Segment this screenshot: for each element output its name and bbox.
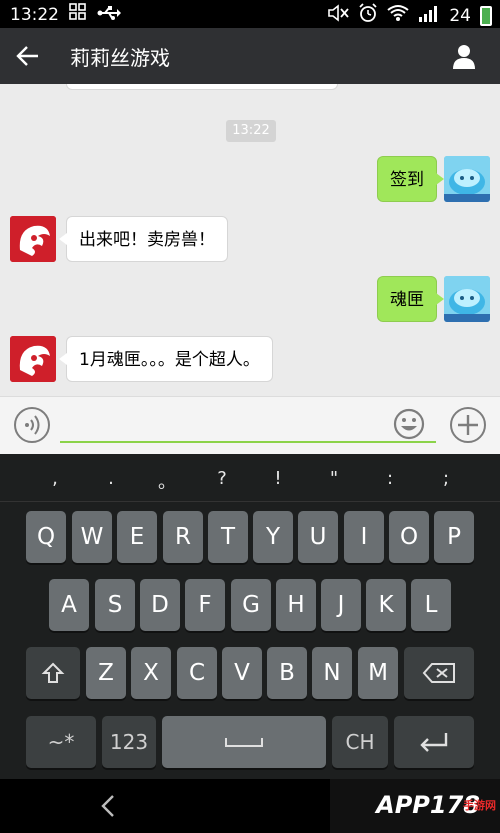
message-bubble-incoming[interactable]: 出来吧！卖房兽！ xyxy=(59,216,228,262)
nav-back-button[interactable] xyxy=(96,793,122,819)
signal-icon xyxy=(418,4,440,27)
key-z[interactable]: Z xyxy=(86,647,126,699)
status-time: 13:22 xyxy=(10,4,59,25)
key-i[interactable]: I xyxy=(344,511,384,563)
watermark-sub: 手游网 xyxy=(463,799,496,812)
punct-key[interactable]: 。 xyxy=(152,468,182,494)
back-arrow-icon xyxy=(16,46,38,66)
key-s[interactable]: S xyxy=(95,579,135,631)
person-icon xyxy=(453,45,475,69)
key-l[interactable]: L xyxy=(411,579,451,631)
space-icon xyxy=(225,738,263,747)
punct-key[interactable]: ! xyxy=(263,468,293,489)
battery-level: 24 xyxy=(449,5,471,26)
alarm-icon xyxy=(358,3,378,28)
profile-button[interactable] xyxy=(450,42,478,70)
message-input-bar xyxy=(0,396,500,454)
key-e[interactable]: E xyxy=(117,511,157,563)
previous-message-bubble xyxy=(66,84,338,90)
navigation-bar: APP178 手游网 xyxy=(0,779,500,833)
punct-key[interactable]: : xyxy=(375,468,405,489)
key-h[interactable]: H xyxy=(276,579,316,631)
key-u[interactable]: U xyxy=(298,511,338,563)
enter-icon xyxy=(420,733,448,752)
status-right: 24 xyxy=(327,3,492,28)
key-y[interactable]: Y xyxy=(253,511,293,563)
key-a[interactable]: A xyxy=(49,579,89,631)
shift-key[interactable] xyxy=(26,647,80,699)
avatar-contact[interactable] xyxy=(10,216,56,262)
key-w[interactable]: W xyxy=(72,511,112,563)
key-t[interactable]: T xyxy=(208,511,248,563)
mute-icon xyxy=(327,4,350,27)
message-timestamp: 13:22 xyxy=(226,120,276,142)
message-bubble-incoming[interactable]: 1月魂匣。。。是个超人。 xyxy=(59,336,273,382)
emoji-button[interactable] xyxy=(392,407,426,441)
message-bubble-outgoing[interactable]: 魂匣 xyxy=(377,276,444,322)
key-k[interactable]: K xyxy=(366,579,406,631)
punct-key[interactable]: . xyxy=(96,468,126,489)
chat-header: 莉莉丝游戏 xyxy=(0,28,500,84)
backspace-icon xyxy=(422,663,455,683)
status-left: 13:22 xyxy=(10,3,121,26)
key-f[interactable]: F xyxy=(185,579,225,631)
key-o[interactable]: O xyxy=(389,511,429,563)
backspace-key[interactable] xyxy=(404,647,474,699)
punct-key[interactable]: ; xyxy=(431,468,461,489)
soft-keyboard: , . 。 ? ! " : ; Q W E R T Y U I O P A S … xyxy=(0,454,500,779)
key-x[interactable]: X xyxy=(131,647,171,699)
plus-icon xyxy=(458,415,478,435)
chevron-left-icon xyxy=(101,795,114,817)
battery-icon xyxy=(480,5,492,26)
punct-key[interactable]: ? xyxy=(207,468,237,489)
punct-key[interactable]: , xyxy=(40,468,70,489)
punct-key[interactable]: " xyxy=(319,468,349,489)
key-r[interactable]: R xyxy=(163,511,203,563)
numbers-key[interactable]: 123 xyxy=(102,716,156,768)
screen: 13:22 24 莉莉丝游戏 13:22 签到 出来吧！卖房兽！ 魂匣 1月魂匣… xyxy=(0,0,500,833)
key-n[interactable]: N xyxy=(312,647,352,699)
key-b[interactable]: B xyxy=(267,647,307,699)
status-bar: 13:22 24 xyxy=(0,0,500,28)
grid-icon xyxy=(69,3,87,26)
key-c[interactable]: C xyxy=(177,647,217,699)
space-key[interactable] xyxy=(162,716,326,768)
voice-icon xyxy=(25,415,40,435)
chat-title: 莉莉丝游戏 xyxy=(70,46,170,70)
smiley-icon xyxy=(393,408,425,440)
key-p[interactable]: P xyxy=(434,511,474,563)
language-key[interactable]: CH xyxy=(332,716,388,768)
usb-icon xyxy=(97,5,121,25)
key-j[interactable]: J xyxy=(321,579,361,631)
more-options-button[interactable] xyxy=(450,407,486,443)
wifi-icon xyxy=(387,4,409,27)
symbols-key[interactable]: ~* xyxy=(26,716,96,768)
voice-input-button[interactable] xyxy=(14,407,50,443)
chat-area[interactable]: 13:22 签到 出来吧！卖房兽！ 魂匣 1月魂匣。。。是个超人。 xyxy=(0,84,500,396)
message-text-input[interactable] xyxy=(60,405,436,443)
avatar-contact[interactable] xyxy=(10,336,56,382)
key-q[interactable]: Q xyxy=(26,511,66,563)
back-button[interactable] xyxy=(14,42,42,70)
key-g[interactable]: G xyxy=(231,579,271,631)
key-v[interactable]: V xyxy=(222,647,262,699)
key-d[interactable]: D xyxy=(140,579,180,631)
message-bubble-outgoing[interactable]: 签到 xyxy=(377,156,444,202)
watermark: APP178 手游网 xyxy=(330,779,500,833)
avatar-self[interactable] xyxy=(444,156,490,202)
shift-icon xyxy=(41,662,65,683)
avatar-self[interactable] xyxy=(444,276,490,322)
key-m[interactable]: M xyxy=(358,647,398,699)
enter-key[interactable] xyxy=(394,716,474,768)
punctuation-row: , . 。 ? ! " : ; xyxy=(0,454,500,502)
